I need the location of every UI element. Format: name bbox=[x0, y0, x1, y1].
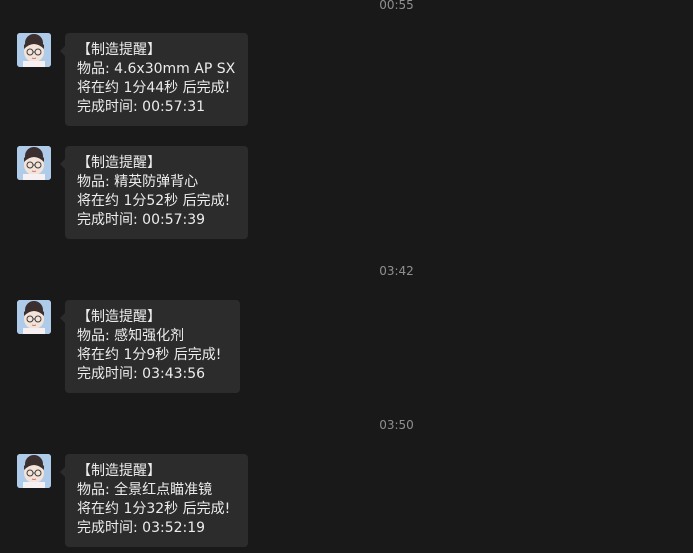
message-title: 【制造提醒】 bbox=[77, 42, 161, 58]
message-eta: 将在约 1分32秒 后完成! bbox=[77, 501, 231, 517]
message-eta: 将在约 1分52秒 后完成! bbox=[77, 193, 231, 209]
message-bubble[interactable]: 【制造提醒】 物品: 精英防弹背心 将在约 1分52秒 后完成! 完成时间: 0… bbox=[60, 146, 248, 239]
timestamp: 00:55 bbox=[379, 0, 414, 12]
message-done-time: 完成时间: 03:43:56 bbox=[77, 366, 206, 382]
message-item: 物品: 精英防弹背心 bbox=[77, 174, 199, 190]
message-title: 【制造提醒】 bbox=[77, 463, 161, 479]
message-done-time: 完成时间: 00:57:31 bbox=[77, 99, 206, 115]
avatar-icon[interactable] bbox=[17, 146, 51, 180]
message-item: 物品: 感知强化剂 bbox=[77, 328, 185, 344]
message-bubble[interactable]: 【制造提醒】 物品: 感知强化剂 将在约 1分9秒 后完成! 完成时间: 03:… bbox=[60, 300, 240, 393]
message-bubble[interactable]: 【制造提醒】 物品: 全景红点瞄准镜 将在约 1分32秒 后完成! 完成时间: … bbox=[60, 454, 248, 547]
message-bubble[interactable]: 【制造提醒】 物品: 4.6x30mm AP SX 将在约 1分44秒 后完成!… bbox=[60, 33, 248, 126]
message-item: 物品: 4.6x30mm AP SX bbox=[77, 61, 236, 77]
avatar-icon[interactable] bbox=[17, 454, 51, 488]
message-title: 【制造提醒】 bbox=[77, 155, 161, 171]
message-eta: 将在约 1分44秒 后完成! bbox=[77, 80, 231, 96]
message-done-time: 完成时间: 03:52:19 bbox=[77, 520, 206, 536]
timestamp: 03:42 bbox=[379, 264, 414, 278]
avatar-icon[interactable] bbox=[17, 33, 51, 67]
message-item: 物品: 全景红点瞄准镜 bbox=[77, 482, 213, 498]
timestamp: 03:50 bbox=[379, 418, 414, 432]
avatar-icon[interactable] bbox=[17, 300, 51, 334]
message-done-time: 完成时间: 00:57:39 bbox=[77, 212, 206, 228]
message-title: 【制造提醒】 bbox=[77, 309, 161, 325]
message-eta: 将在约 1分9秒 后完成! bbox=[77, 347, 222, 363]
